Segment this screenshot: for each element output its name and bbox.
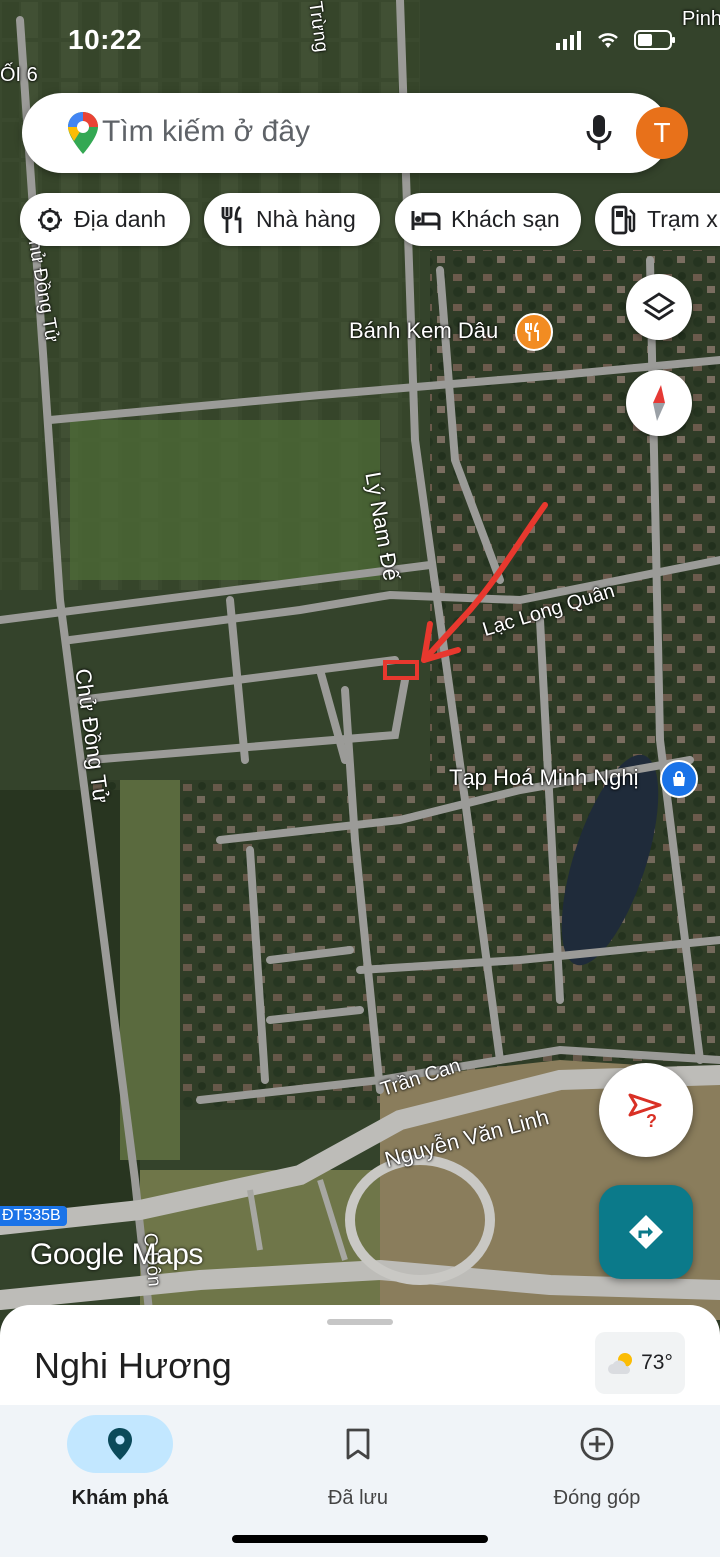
battery-icon [634,30,675,50]
google-maps-attribution: Google Maps [30,1238,203,1271]
wifi-icon [598,33,618,48]
svg-text:?: ? [646,1111,657,1129]
cellular-signal-icon [556,31,581,50]
sheet-drag-handle[interactable] [327,1319,393,1325]
explore-pin-icon [108,1428,132,1460]
compass-button[interactable] [626,370,692,436]
search-placeholder[interactable]: Tìm kiếm ở đây [102,115,310,149]
partly-cloudy-icon [608,1353,633,1374]
chip-label: Địa danh [74,206,167,232]
report-issue-button[interactable]: ? [599,1063,693,1157]
chip-label: Trạm x [647,206,718,232]
temperature: 73° [641,1351,673,1374]
compass-icon [653,385,665,421]
layers-icon [642,292,676,321]
directions-button[interactable] [599,1185,693,1279]
nav-label: Đã lưu [327,1487,389,1509]
chip-landmarks[interactable]: Địa danh [20,193,190,246]
place-bottom-sheet[interactable]: Nghi Hương 73° [0,1305,720,1410]
chip-label: Nhà hàng [256,206,356,232]
send-question-icon: ? [628,1093,662,1129]
chip-hotels[interactable]: Khách sạn [395,193,581,246]
add-circle-icon [580,1427,614,1461]
chip-gas-stations[interactable]: Trạm x [595,193,720,246]
nav-saved[interactable]: Đã lưu [283,1415,433,1510]
search-bar[interactable]: Tìm kiếm ở đây T [22,93,688,173]
poi-label-banh-kem-dau[interactable]: Bánh Kem Dâu [349,318,498,344]
google-maps-pin-icon [68,112,98,154]
layers-button[interactable] [626,274,692,340]
hotel-icon [411,210,441,230]
nav-label: Đóng góp [553,1487,641,1509]
chip-restaurants[interactable]: Nhà hàng [204,193,380,246]
poi-label-tap-hoa-minh-nghi[interactable]: Tạp Hoá Minh Nghị [449,765,639,791]
status-bar: 10:22 [0,0,720,80]
place-title: Nghi Hương [34,1345,232,1386]
chip-label: Khách sạn [451,206,560,232]
nav-contribute[interactable]: Đóng góp [522,1415,672,1510]
status-time: 10:22 [68,24,143,55]
home-indicator[interactable] [232,1535,488,1543]
restaurant-icon [221,205,242,233]
weather-chip[interactable]: 73° [595,1332,685,1394]
avatar[interactable]: T [636,107,688,159]
restaurant-pin-icon[interactable] [515,313,553,351]
gas-station-icon [611,205,636,234]
microphone-icon[interactable] [584,113,614,153]
nav-explore[interactable]: Khám phá [45,1415,195,1510]
route-shield-dt535b: ĐT535B [0,1206,67,1226]
directions-icon [629,1215,663,1249]
bookmark-icon [346,1428,370,1460]
shopping-pin-icon[interactable] [660,760,698,798]
nav-label: Khám phá [71,1487,169,1509]
landmark-icon [38,207,62,232]
